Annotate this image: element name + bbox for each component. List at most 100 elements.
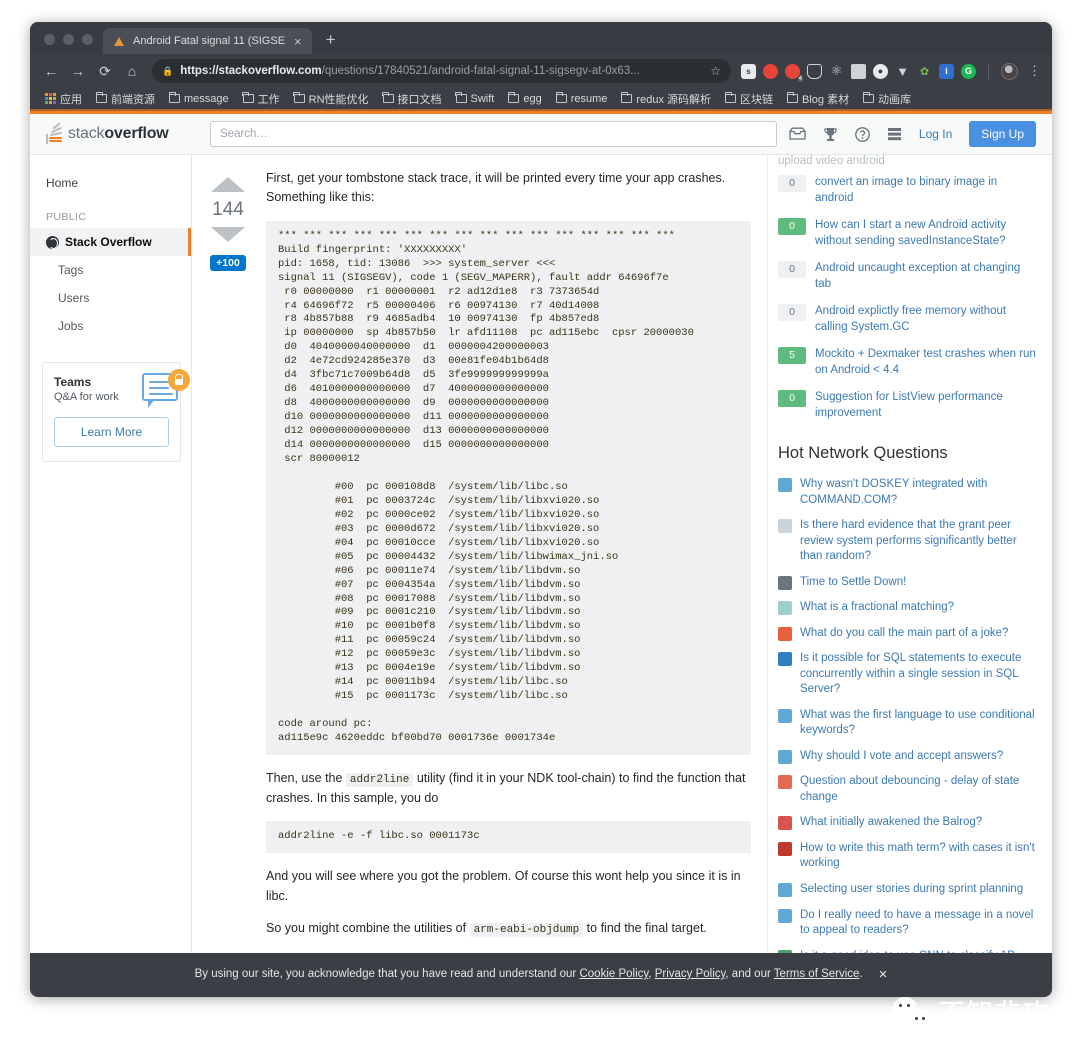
close-icon[interactable]: × — [292, 35, 304, 48]
hot-question-row[interactable]: Time to Settle Down! — [778, 570, 1038, 596]
help-icon[interactable] — [855, 126, 870, 142]
related-question-link[interactable]: Android uncaught exception at changing t… — [815, 261, 1038, 292]
note-icon[interactable] — [851, 63, 866, 79]
hot-question-row[interactable]: Is there hard evidence that the grant pe… — [778, 513, 1038, 570]
bookmark-label: resume — [570, 92, 608, 105]
related-question-link[interactable]: convert an image to binary image in andr… — [815, 175, 1038, 206]
hot-question-row[interactable]: How to write this math term? with cases … — [778, 836, 1038, 877]
related-cutoff-item[interactable]: upload video android — [778, 155, 1038, 169]
privacy-policy-link[interactable]: Privacy Policy — [655, 968, 726, 980]
hot-question-link[interactable]: Why should I vote and accept answers? — [800, 749, 1003, 765]
hot-question-row[interactable]: Why should I vote and accept answers? — [778, 744, 1038, 770]
panda-icon[interactable]: ● — [873, 63, 888, 79]
related-question-row[interactable]: 0 Android uncaught exception at changing … — [778, 255, 1038, 298]
browser-menu-icon[interactable]: ⋮ — [1025, 63, 1044, 79]
related-question-link[interactable]: How can I start a new Android activity w… — [815, 218, 1038, 249]
hot-question-link[interactable]: Time to Settle Down! — [800, 575, 906, 591]
hot-question-link[interactable]: Selecting user stories during sprint pla… — [800, 882, 1023, 898]
sidebar-item-users[interactable]: Users — [30, 284, 191, 312]
hot-question-row[interactable]: What is a fractional matching? — [778, 595, 1038, 621]
related-question-link[interactable]: Mockito + Dexmaker test crashes when run… — [815, 347, 1038, 378]
hot-question-link[interactable]: Do I really need to have a message in a … — [800, 908, 1038, 939]
hot-question-row[interactable]: Do I really need to have a message in a … — [778, 903, 1038, 944]
atom-icon[interactable]: ⚛ — [829, 63, 844, 79]
close-window-button[interactable] — [44, 34, 55, 45]
window-traffic-lights[interactable] — [40, 34, 103, 54]
wechat-icon — [893, 996, 929, 1031]
bookmark-folder[interactable]: 动画库 — [856, 91, 918, 107]
hot-question-row[interactable]: Selecting user stories during sprint pla… — [778, 877, 1038, 903]
sidebar-item-home[interactable]: Home — [30, 169, 191, 197]
sidebar-item-stack-overflow[interactable]: Stack Overflow — [30, 228, 191, 256]
related-question-row[interactable]: 0 Android explictly free memory without c… — [778, 298, 1038, 341]
bookmark-folder[interactable]: resume — [549, 92, 615, 105]
hot-question-link[interactable]: Is there hard evidence that the grant pe… — [800, 518, 1038, 565]
related-question-link[interactable]: Android explictly free memory without ca… — [815, 304, 1038, 335]
stackoverflow-logo[interactable]: stackoverflow — [46, 121, 192, 144]
cookie-policy-link[interactable]: Cookie Policy — [579, 968, 648, 980]
hot-question-row[interactable]: Why wasn't DOSKEY integrated with COMMAN… — [778, 472, 1038, 513]
s-icon[interactable]: s — [741, 63, 756, 79]
login-button[interactable]: Log In — [919, 127, 952, 141]
hot-question-link[interactable]: What initially awakened the Balrog? — [800, 815, 982, 831]
hot-question-row[interactable]: What do you call the main part of a joke… — [778, 621, 1038, 647]
hot-question-row[interactable]: What initially awakened the Balrog? — [778, 810, 1038, 836]
hot-question-row[interactable]: Is it possible for SQL statements to exe… — [778, 646, 1038, 703]
minimize-window-button[interactable] — [63, 34, 74, 45]
grammarly-icon[interactable]: G — [961, 63, 976, 79]
bookmark-apps[interactable]: 应用 — [38, 91, 89, 107]
sidebar-item-jobs[interactable]: Jobs — [30, 312, 191, 340]
hot-question-row[interactable]: Question about debouncing - delay of sta… — [778, 769, 1038, 810]
hot-question-link[interactable]: What do you call the main part of a joke… — [800, 626, 1008, 642]
hot-question-link[interactable]: How to write this math term? with cases … — [800, 841, 1038, 872]
signup-button[interactable]: Sign Up — [969, 121, 1036, 147]
address-bar[interactable]: 🔒 https://stackoverflow.com/questions/17… — [152, 59, 731, 83]
trophy-icon[interactable] — [823, 127, 838, 142]
bookmark-folder[interactable]: redux 源码解析 — [614, 91, 718, 107]
maximize-window-button[interactable] — [82, 34, 93, 45]
new-tab-button[interactable]: + — [312, 31, 346, 54]
downvote-icon[interactable] — [211, 227, 245, 242]
home-icon[interactable]: ⌂ — [119, 58, 145, 84]
bookmark-folder[interactable]: RN性能优化 — [287, 91, 376, 107]
bookmark-folder[interactable]: Swift — [449, 92, 502, 105]
bookmark-folder[interactable]: 前端资源 — [89, 91, 162, 107]
bookmark-folder[interactable]: 区块链 — [718, 91, 780, 107]
stacks-icon[interactable] — [887, 127, 902, 141]
back-icon[interactable]: ← — [38, 58, 64, 84]
forward-icon[interactable]: → — [65, 58, 91, 84]
hot-question-link[interactable]: Why wasn't DOSKEY integrated with COMMAN… — [800, 477, 1038, 508]
hot-question-link[interactable]: Question about debouncing - delay of sta… — [800, 774, 1038, 805]
related-question-row[interactable]: 0 Suggestion for ListView performance imp… — [778, 384, 1038, 427]
red-dot-icon[interactable] — [763, 63, 778, 79]
upvote-icon[interactable] — [211, 177, 245, 192]
bookmark-folder[interactable]: 接口文档 — [376, 91, 449, 107]
terms-of-service-link[interactable]: Terms of Service — [774, 968, 860, 980]
sidebar-item-tags[interactable]: Tags — [30, 256, 191, 284]
shield-icon[interactable] — [807, 63, 822, 79]
hot-question-link[interactable]: What was the first language to use condi… — [800, 708, 1038, 739]
hot-question-link[interactable]: Is it possible for SQL statements to exe… — [800, 651, 1038, 698]
reload-icon[interactable]: ⟳ — [92, 58, 118, 84]
hot-question-link[interactable]: What is a fractional matching? — [800, 600, 954, 616]
bookmark-folder[interactable]: message — [162, 92, 236, 105]
related-question-row[interactable]: 0 convert an image to binary image in and… — [778, 169, 1038, 212]
leaf-icon[interactable]: ✿ — [917, 64, 932, 79]
info-icon[interactable]: i — [939, 63, 954, 79]
learn-more-button[interactable]: Learn More — [54, 417, 169, 447]
related-question-row[interactable]: 5 Mockito + Dexmaker test crashes when ru… — [778, 341, 1038, 384]
bookmark-folder[interactable]: Blog 素材 — [780, 91, 856, 107]
red-badge-icon[interactable]: 4 — [785, 63, 803, 82]
bookmark-star-icon[interactable]: ☆ — [710, 64, 721, 78]
search-input[interactable]: Search… — [210, 121, 777, 147]
browser-tab[interactable]: Android Fatal signal 11 (SIGSE × — [103, 28, 312, 54]
bookmark-folder[interactable]: 工作 — [236, 91, 287, 107]
related-question-link[interactable]: Suggestion for ListView performance impr… — [815, 390, 1038, 421]
profile-avatar[interactable] — [1001, 62, 1018, 80]
bookmark-folder[interactable]: egg — [501, 92, 548, 105]
inbox-icon[interactable] — [789, 127, 806, 141]
close-icon[interactable]: × — [879, 967, 888, 982]
v-icon[interactable]: ▼ — [895, 64, 910, 79]
hot-question-row[interactable]: What was the first language to use condi… — [778, 703, 1038, 744]
related-question-row[interactable]: 0 How can I start a new Android activity … — [778, 212, 1038, 255]
